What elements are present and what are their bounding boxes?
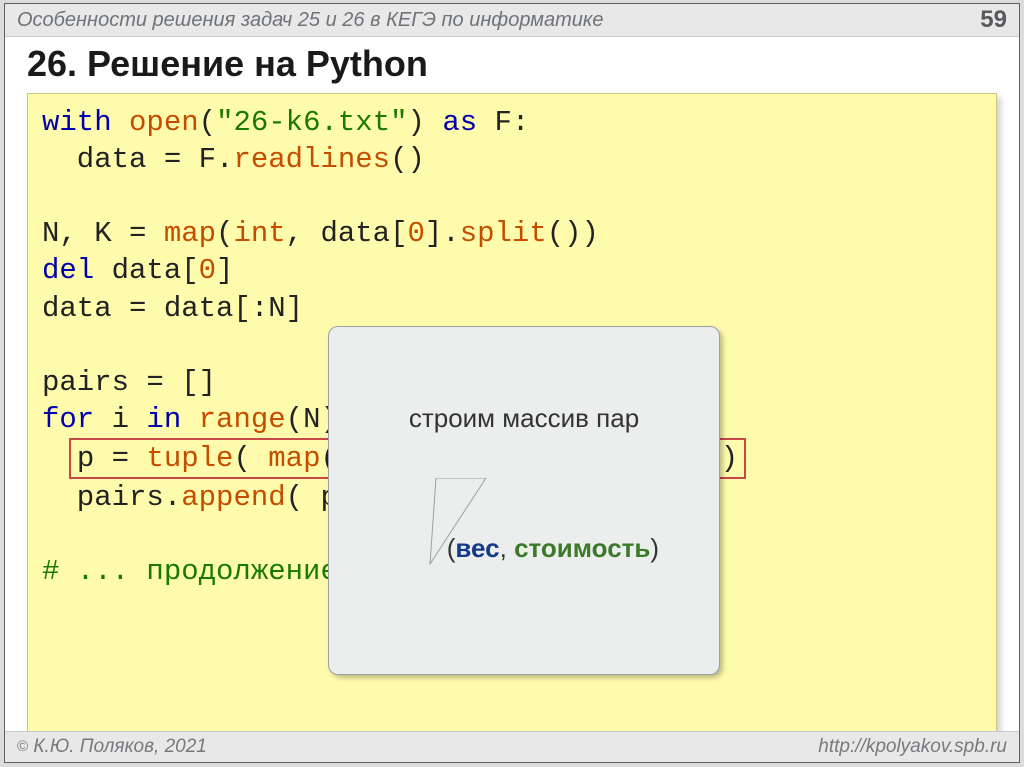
fn-open: open: [129, 106, 199, 139]
lecture-title: Особенности решения задач 25 и 26 в КЕГЭ…: [17, 9, 603, 32]
page-number: 59: [980, 6, 1007, 34]
slide: Особенности решения задач 25 и 26 в КЕГЭ…: [4, 3, 1020, 763]
kw-for: for: [42, 403, 94, 436]
slide-heading: 26. Решение на Python: [5, 37, 1019, 93]
callout-cost: стоимость: [514, 533, 650, 563]
copyright-icon: ©: [17, 738, 28, 755]
footer-url: http://kpolyakov.spb.ru: [818, 736, 1007, 758]
fn-readlines: readlines: [233, 143, 390, 176]
fn-range: range: [199, 403, 286, 436]
callout-bubble: строим массив пар (вес, стоимость): [328, 326, 720, 675]
kw-in: in: [146, 403, 181, 436]
title-bar: Особенности решения задач 25 и 26 в КЕГЭ…: [5, 4, 1019, 37]
fn-map: map: [164, 217, 216, 250]
fn-append: append: [181, 481, 285, 514]
kw-del: del: [42, 254, 94, 287]
kw-with: with: [42, 106, 112, 139]
footer-author: © К.Ю. Поляков, 2021: [17, 736, 207, 758]
code-block: with open("26-k6.txt") as F: data = F.re…: [27, 93, 997, 754]
fn-split: split: [460, 217, 547, 250]
fn-tuple: tuple: [146, 442, 233, 475]
callout-line2: (вес, стоимость): [345, 500, 703, 598]
kw-as: as: [442, 106, 477, 139]
fn-int: int: [233, 217, 285, 250]
callout-line1: строим массив пар: [345, 402, 703, 435]
footer-bar: © К.Ю. Поляков, 2021 http://kpolyakov.sp…: [5, 731, 1019, 762]
str-filename: "26-k6.txt": [216, 106, 407, 139]
